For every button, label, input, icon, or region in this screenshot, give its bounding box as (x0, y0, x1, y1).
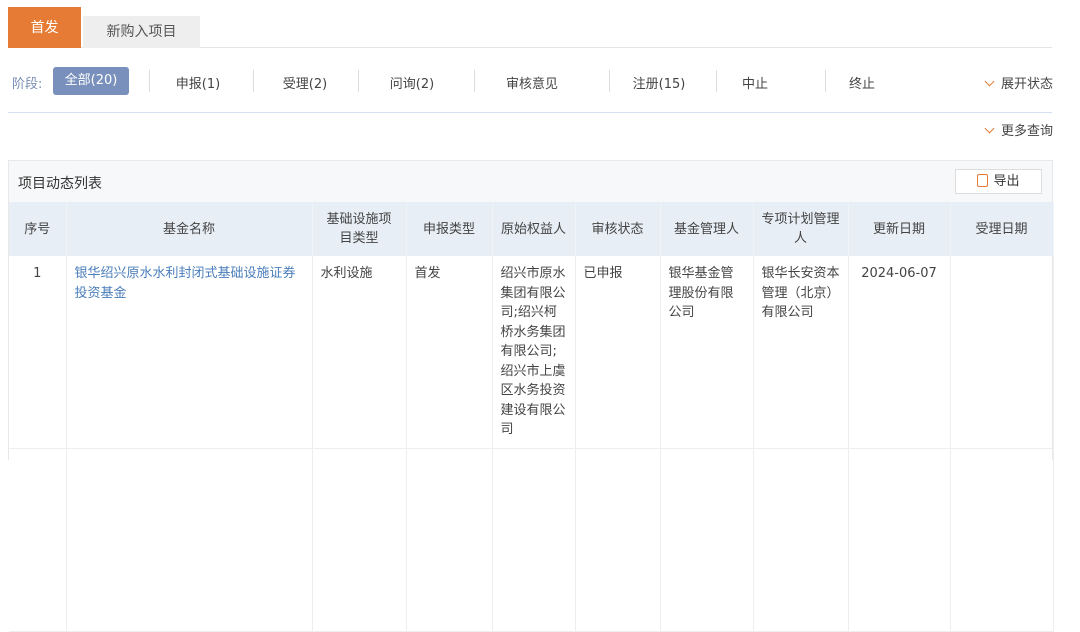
chevron-down-icon (984, 123, 995, 134)
divider (8, 112, 1052, 113)
col-header[interactable]: 基础设施项目类型 (312, 202, 407, 256)
table-row: 1 银华绍兴原水水利封闭式基础设施证券投资基金 水利设施 首发 绍兴市原水集团有… (9, 256, 1054, 449)
divider (825, 70, 826, 92)
chevron-down-icon (984, 76, 995, 87)
stage-accepted[interactable]: 受理(2) (283, 73, 327, 92)
divider (149, 70, 150, 92)
stage-terminated[interactable]: 终止 (849, 73, 875, 92)
project-table: 序号 基金名称 基础设施项目类型 申报类型 原始权益人 审核状态 基金管理人 专… (9, 202, 1054, 632)
divider (358, 70, 359, 92)
divider (716, 70, 717, 92)
tab-new-acquisition[interactable]: 新购入项目 (83, 16, 200, 48)
stage-label: 阶段: (12, 77, 43, 92)
cell-declare-type: 首发 (406, 256, 493, 449)
more-query-label: 更多查询 (1000, 124, 1053, 139)
col-header[interactable]: 专项计划管理人 (753, 202, 849, 256)
export-icon (977, 174, 989, 187)
expand-status-toggle[interactable]: 展开状态 (984, 73, 1053, 92)
cell-fund-name: 银华绍兴原水水利封闭式基础设施证券投资基金 (66, 256, 313, 449)
tab-ipo[interactable]: 首发 (8, 7, 81, 48)
project-list-panel: 项目动态列表 导出 序号 基金名称 基础设施项目类型 申报类型 原始权益人 审核… (8, 160, 1054, 632)
more-query-toggle[interactable]: 更多查询 (984, 120, 1053, 139)
divider (474, 70, 475, 92)
export-label: 导出 (993, 174, 1020, 189)
export-button[interactable]: 导出 (955, 169, 1042, 194)
divider (253, 70, 254, 92)
table-header-row: 序号 基金名称 基础设施项目类型 申报类型 原始权益人 审核状态 基金管理人 专… (9, 202, 1054, 256)
cell-index: 1 (9, 256, 67, 449)
panel-header: 项目动态列表 导出 (9, 161, 1052, 202)
cell-review-status: 已申报 (575, 256, 661, 449)
col-header[interactable]: 基金管理人 (660, 202, 754, 256)
cell-fund-manager: 银华基金管理股份有限公司 (660, 256, 754, 449)
cell-plan-manager: 银华长安资本管理（北京）有限公司 (753, 256, 849, 449)
cell-update-date: 2024-06-07 (848, 256, 951, 449)
stage-inquiry[interactable]: 问询(2) (390, 73, 434, 92)
cell-original-owner: 绍兴市原水集团有限公司;绍兴柯桥水务集团有限公司;绍兴市上虞区水务投资建设有限公… (492, 256, 576, 449)
fund-name-link[interactable]: 银华绍兴原水水利封闭式基础设施证券投资基金 (75, 266, 296, 301)
stage-declare[interactable]: 申报(1) (176, 73, 220, 92)
cell-accept-date (950, 256, 1054, 449)
stage-review-opinion[interactable]: 审核意见 (506, 73, 558, 92)
col-header[interactable]: 基金名称 (66, 202, 313, 256)
col-header[interactable]: 原始权益人 (492, 202, 576, 256)
col-header[interactable]: 序号 (9, 202, 67, 256)
stage-registered[interactable]: 注册(15) (633, 73, 686, 92)
col-header[interactable]: 申报类型 (406, 202, 493, 256)
stage-all-button[interactable]: 全部(20) (53, 67, 129, 95)
divider (609, 70, 610, 92)
col-header[interactable]: 受理日期 (950, 202, 1054, 256)
panel-title: 项目动态列表 (18, 176, 102, 192)
cell-project-type: 水利设施 (312, 256, 407, 449)
stage-filter: 阶段: 全部(20) 申报(1) 受理(2) 问询(2) 审核意见 注册(15)… (0, 67, 1080, 96)
stage-suspended[interactable]: 中止 (742, 73, 768, 92)
col-header[interactable]: 审核状态 (575, 202, 661, 256)
tab-bar: 首发 新购入项目 (8, 7, 1052, 48)
expand-status-label: 展开状态 (1000, 77, 1053, 92)
col-header[interactable]: 更新日期 (848, 202, 951, 256)
table-row (9, 448, 1054, 632)
